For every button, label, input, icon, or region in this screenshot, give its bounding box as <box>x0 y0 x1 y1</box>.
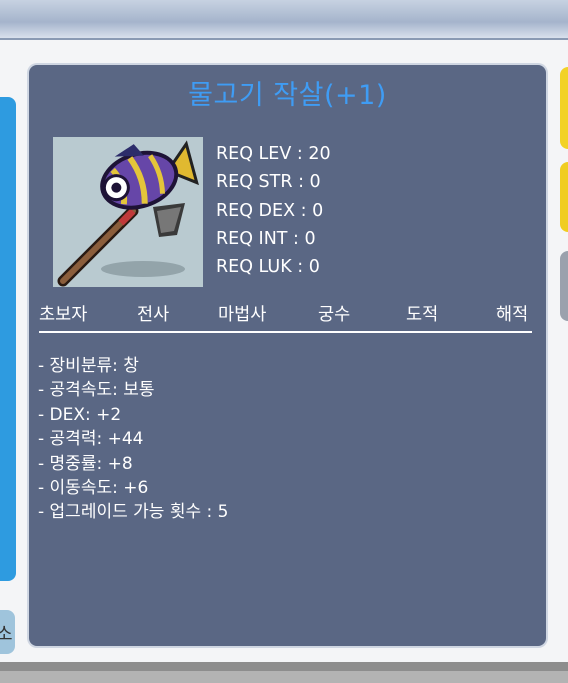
stat-dex: - DEX: +2 <box>38 404 122 425</box>
requirements-list: REQ LEV : 20 REQ STR : 0 REQ DEX : 0 REQ… <box>216 140 331 281</box>
fish-spear-icon <box>57 140 199 287</box>
left-side-button[interactable]: 소 <box>0 610 15 654</box>
right-tab-1[interactable] <box>560 67 568 149</box>
req-luk: REQ LUK : 0 <box>216 257 320 278</box>
stat-speed: - 이동속도: +6 <box>38 478 149 499</box>
req-level: REQ LEV : 20 <box>216 144 331 164</box>
item-name: 물고기 작살(+1) <box>188 80 387 111</box>
job-list: 초보자 전사 마법사 궁수 도적 해적 <box>39 301 532 333</box>
stat-attack-speed: - 공격속도: 보통 <box>38 380 155 401</box>
stat-attack: - 공격력: +44 <box>38 429 144 450</box>
job-pirate: 해적 <box>496 305 529 325</box>
req-int: REQ INT : 0 <box>216 228 316 249</box>
right-tab-3[interactable] <box>560 251 568 321</box>
bottom-strip <box>0 662 568 683</box>
item-stats: - 장비분류: 창 - 공격속도: 보통 - DEX: +2 - 공격력: +4… <box>38 354 228 525</box>
job-beginner: 초보자 <box>39 305 88 325</box>
right-tab-2[interactable] <box>560 162 568 232</box>
stat-accuracy: - 명중률: +8 <box>38 453 133 474</box>
stat-type: - 장비분류: 창 <box>38 356 139 376</box>
req-str: REQ STR : 0 <box>216 172 321 193</box>
job-bowman: 궁수 <box>318 305 351 325</box>
item-tooltip-panel: 물고기 작살(+1) REQ LEV : 20 REQ STR : 0 REQ <box>29 65 546 646</box>
left-side-button-label: 소 <box>0 624 13 645</box>
job-magician: 마법사 <box>218 305 267 325</box>
job-thief: 도적 <box>406 305 439 325</box>
top-header-band <box>0 0 568 40</box>
job-warrior: 전사 <box>137 305 170 325</box>
req-dex: REQ DEX : 0 <box>216 200 324 221</box>
left-scroll-bar[interactable] <box>0 97 16 581</box>
stat-upgrades: - 업그레이드 가능 횟수 : 5 <box>38 502 229 523</box>
item-image <box>53 137 203 287</box>
